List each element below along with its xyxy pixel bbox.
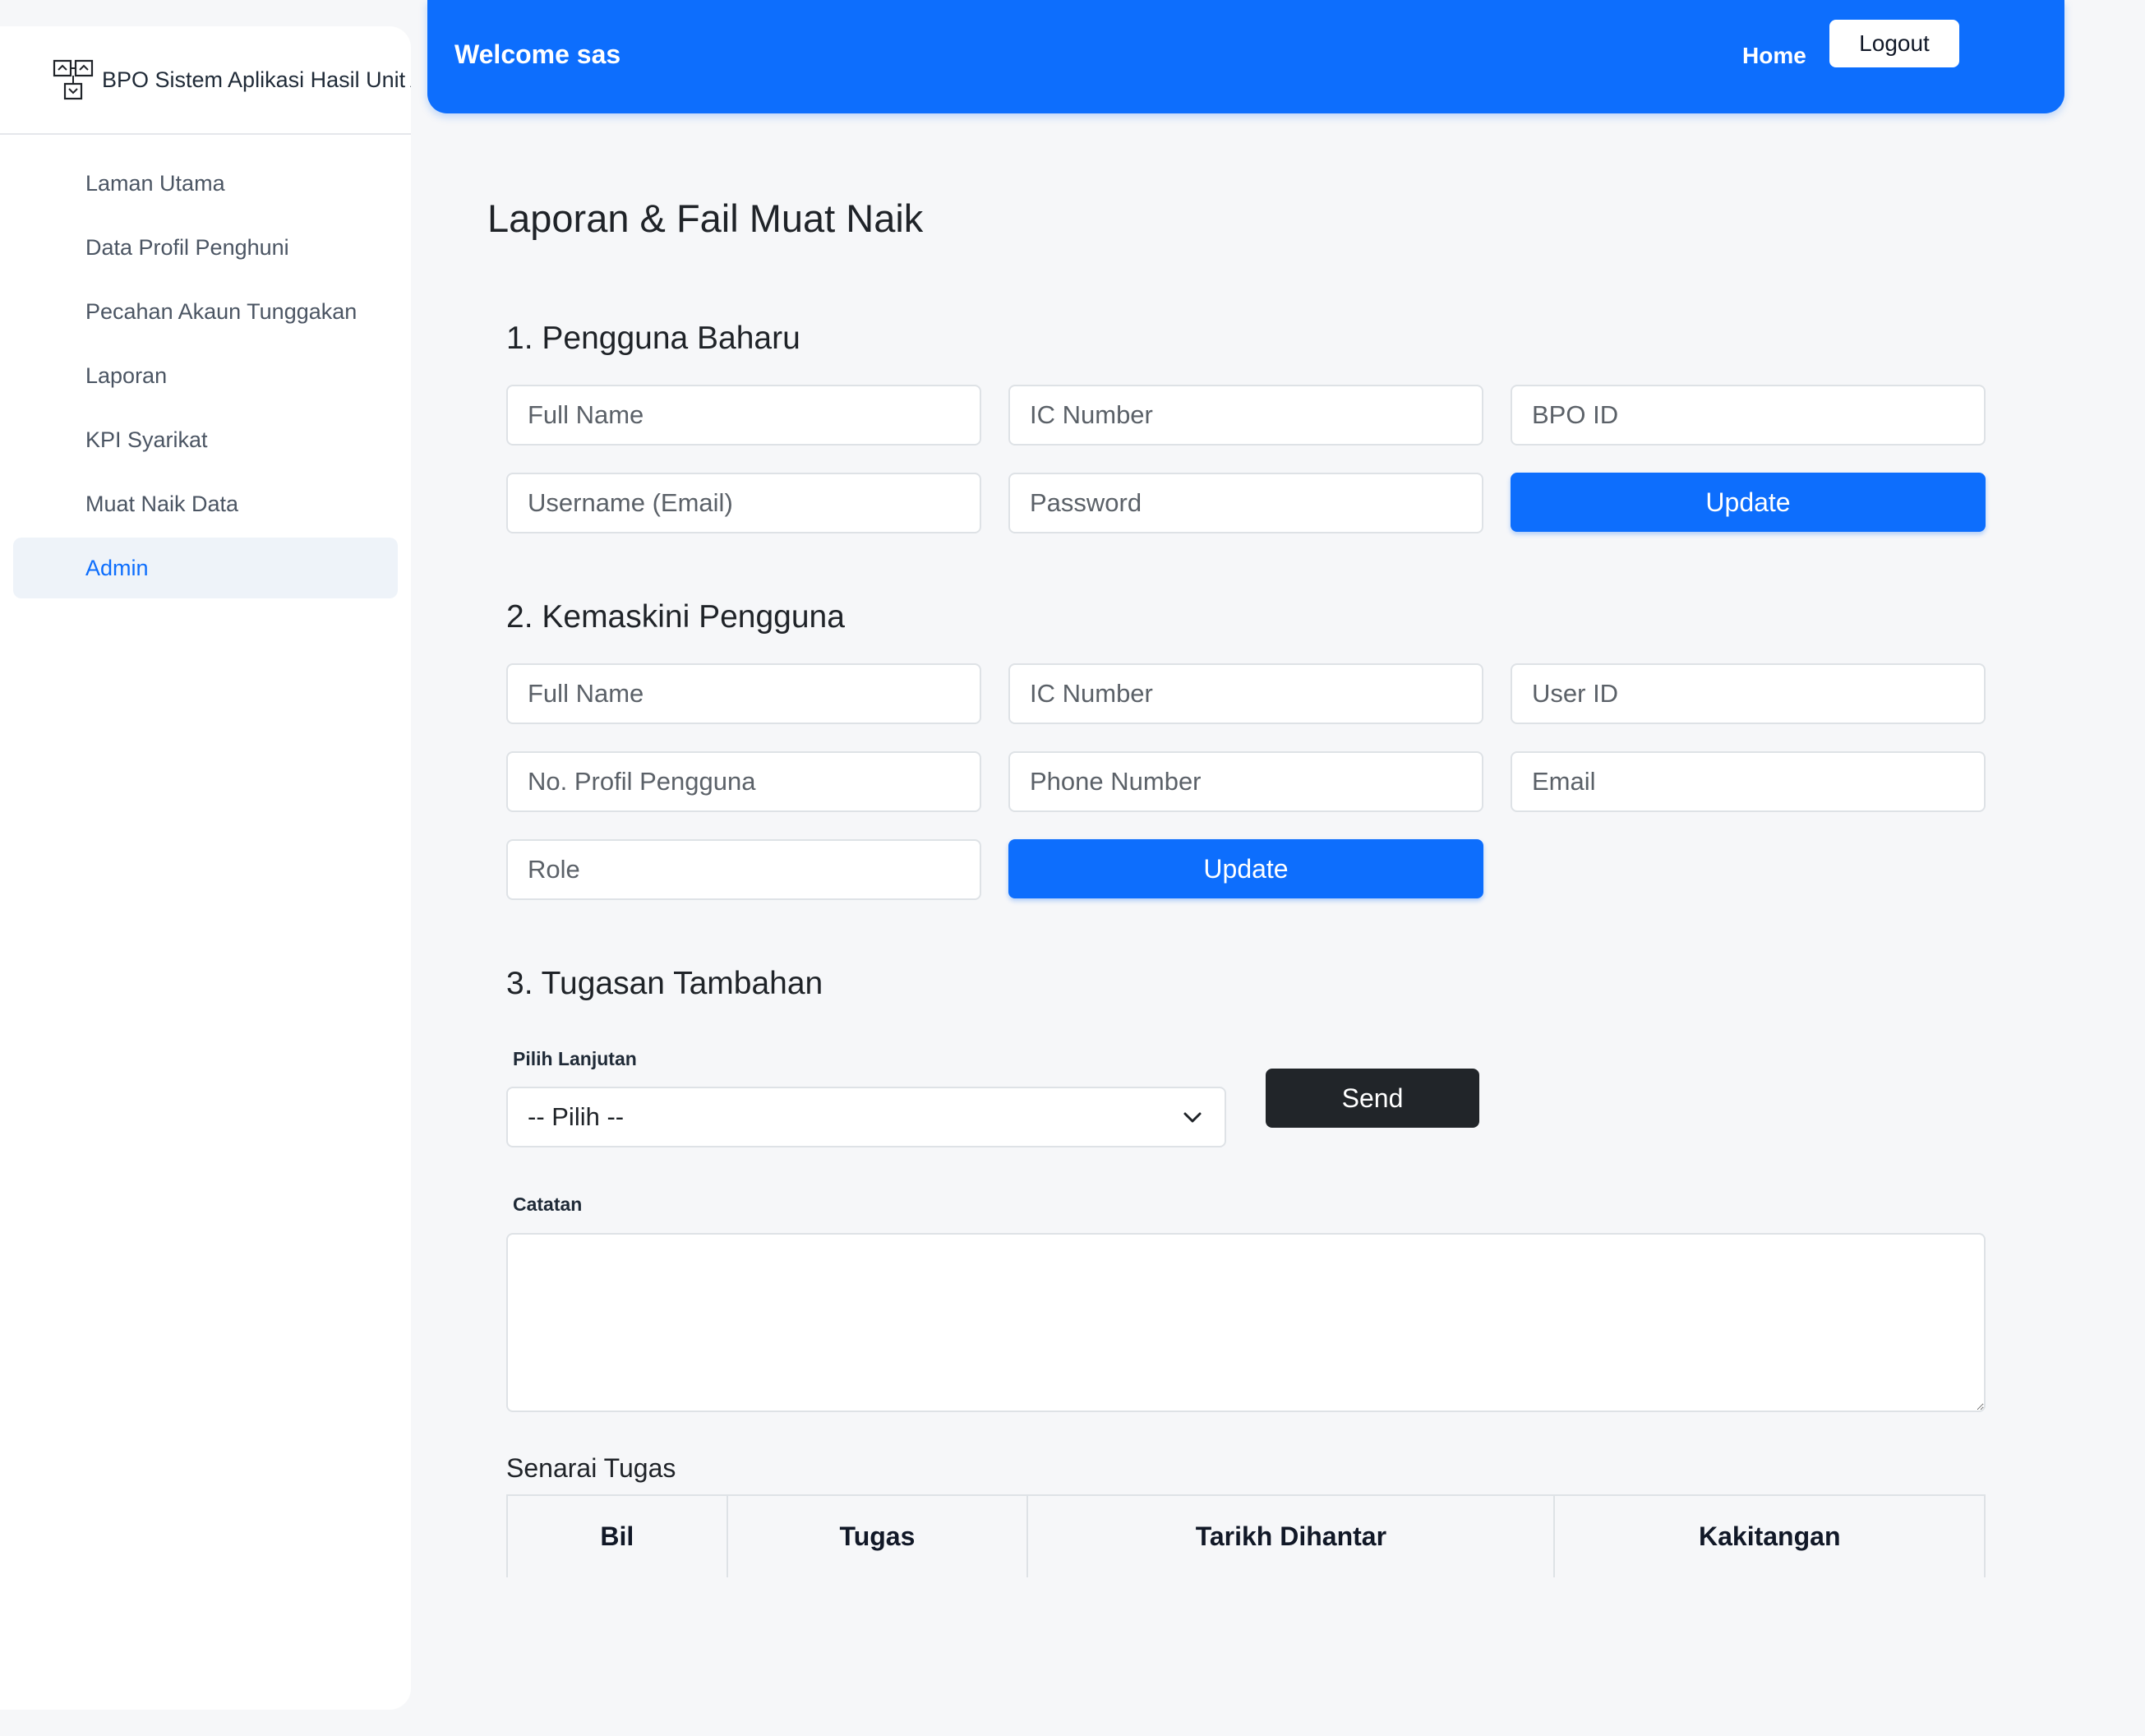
update-user-id-input[interactable] — [1511, 663, 1986, 724]
update-user-ic-number-input[interactable] — [1008, 663, 1483, 724]
update-user-phone-input[interactable] — [1008, 751, 1483, 812]
notes-textarea[interactable] — [506, 1233, 1986, 1412]
new-user-ic-number-input[interactable] — [1008, 385, 1483, 446]
section-title-update-user: 2. Kemaskini Pengguna — [506, 599, 845, 635]
column-header-kakitangan: Kakitangan — [1553, 1494, 1986, 1577]
update-user-profile-no-input[interactable] — [506, 751, 981, 812]
send-button[interactable]: Send — [1266, 1069, 1479, 1128]
section-title-new-user: 1. Pengguna Baharu — [506, 321, 800, 356]
brand[interactable]: BPO Sistem Aplikasi Hasil Unit A — [0, 26, 411, 135]
brand-title: BPO Sistem Aplikasi Hasil Unit A — [102, 67, 411, 92]
sidebar-item-kpi-syarikat[interactable]: KPI Syarikat — [13, 409, 398, 470]
section-title-additional-tasks: 3. Tugasan Tambahan — [506, 966, 823, 1001]
sitemap-icon — [53, 59, 94, 100]
column-header-tugas: Tugas — [726, 1494, 1029, 1577]
home-link[interactable]: Home — [1742, 43, 1806, 69]
sidebar-nav: Laman Utama Data Profil Penghuni Pecahan… — [0, 135, 411, 598]
new-user-full-name-input[interactable] — [506, 385, 981, 446]
welcome-text: Welcome sas — [454, 39, 621, 69]
column-header-bil: Bil — [506, 1494, 728, 1577]
select-label: Pilih Lanjutan — [513, 1048, 637, 1069]
task-list-caption: Senarai Tugas — [506, 1453, 676, 1483]
new-user-update-button[interactable]: Update — [1511, 473, 1986, 532]
new-user-password-input[interactable] — [1008, 473, 1483, 533]
new-user-bpo-id-input[interactable] — [1511, 385, 1986, 446]
sidebar-item-laporan[interactable]: Laporan — [13, 345, 398, 406]
table-header-row: Bil Tugas Tarikh Dihantar Kakitangan — [506, 1494, 1986, 1577]
task-type-select[interactable]: -- Pilih -- — [506, 1087, 1226, 1147]
sidebar-item-muat-naik-data[interactable]: Muat Naik Data — [13, 473, 398, 534]
update-user-role-input[interactable] — [506, 839, 981, 900]
sidebar: BPO Sistem Aplikasi Hasil Unit A Laman U… — [0, 26, 411, 1710]
update-user-email-input[interactable] — [1511, 751, 1986, 812]
logout-button[interactable]: Logout — [1829, 20, 1959, 67]
sidebar-item-data-profil-penghuni[interactable]: Data Profil Penghuni — [13, 217, 398, 278]
page-title: Laporan & Fail Muat Naik — [487, 196, 924, 240]
select-value: -- Pilih -- — [528, 1102, 625, 1131]
top-navbar: Welcome sas Home Logout — [427, 0, 2064, 113]
chevron-down-icon — [1183, 1112, 1202, 1123]
sidebar-item-pecahan-akaun-tunggakan[interactable]: Pecahan Akaun Tunggakan — [13, 281, 398, 342]
sidebar-item-laman-utama[interactable]: Laman Utama — [13, 153, 398, 214]
new-user-username-input[interactable] — [506, 473, 981, 533]
sidebar-item-admin[interactable]: Admin — [13, 538, 398, 598]
update-user-full-name-input[interactable] — [506, 663, 981, 724]
task-table: Bil Tugas Tarikh Dihantar Kakitangan — [506, 1494, 1986, 1577]
update-user-update-button[interactable]: Update — [1008, 839, 1483, 898]
column-header-tarikh-dihantar: Tarikh Dihantar — [1026, 1494, 1556, 1577]
notes-label: Catatan — [513, 1194, 583, 1215]
